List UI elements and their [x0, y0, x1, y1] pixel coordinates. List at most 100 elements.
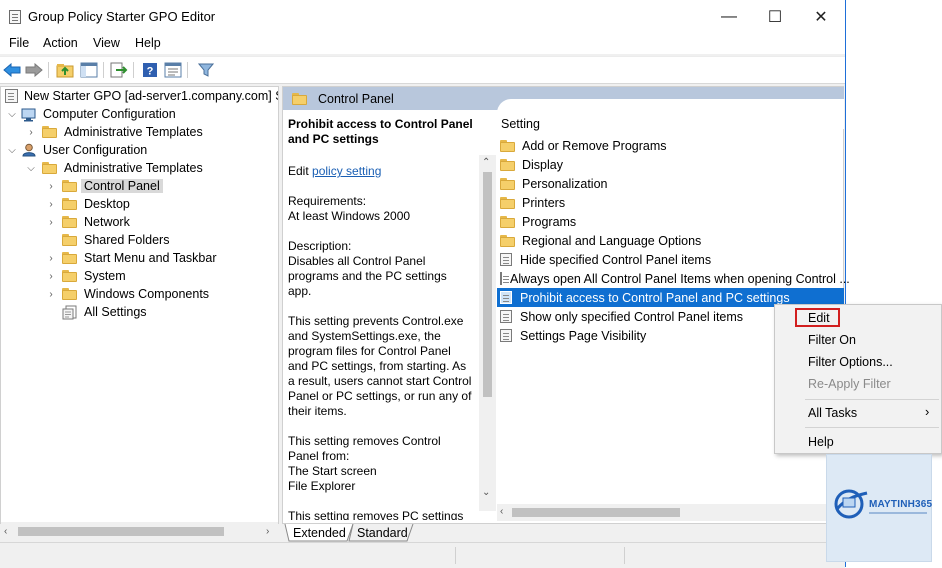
folder-icon: [42, 126, 58, 138]
scroll-left-icon[interactable]: ‹: [500, 506, 503, 517]
description-label: Description:: [288, 239, 352, 253]
tab-extended[interactable]: Extended: [285, 524, 354, 541]
menu-bar: File Action View Help: [0, 34, 845, 54]
menu-separator: [805, 399, 939, 400]
tree-item-control-panel[interactable]: › Control Panel: [46, 177, 163, 195]
description-para2: This setting prevents Control.exe and Sy…: [288, 314, 472, 418]
tree-item-computer-admin-templates[interactable]: › Administrative Templates: [26, 123, 202, 141]
tree-item-network[interactable]: › Network: [46, 213, 130, 231]
tree-item-all-settings[interactable]: All Settings: [46, 303, 147, 321]
back-arrow-icon[interactable]: [2, 60, 22, 80]
status-divider: [455, 547, 456, 564]
edit-policy-link[interactable]: policy setting: [312, 164, 381, 178]
show-hide-tree-icon[interactable]: [79, 60, 99, 80]
menu-item-help[interactable]: Help: [808, 433, 834, 451]
menu-item-all-tasks[interactable]: All Tasks: [808, 404, 857, 422]
scroll-right-icon[interactable]: ›: [266, 526, 269, 537]
status-bar: [0, 542, 845, 568]
list-header: Setting: [497, 99, 844, 131]
scrollbar-thumb[interactable]: [18, 527, 224, 536]
minimize-button[interactable]: —: [706, 0, 752, 34]
help-icon[interactable]: ?: [140, 60, 160, 80]
edit-prefix: Edit: [288, 164, 313, 178]
list-item[interactable]: Programs: [497, 212, 844, 231]
policy-setting-icon: [500, 272, 509, 285]
column-header-setting[interactable]: Setting: [501, 117, 540, 131]
filter-icon[interactable]: [196, 60, 216, 80]
gpo-icon: [5, 89, 18, 103]
list-item[interactable]: Add or Remove Programs: [497, 136, 844, 155]
export-list-icon[interactable]: [109, 60, 129, 80]
scrollbar-thumb[interactable]: [483, 172, 492, 397]
scroll-up-icon[interactable]: ⌃: [482, 157, 490, 168]
list-horizontal-scrollbar[interactable]: ‹: [497, 504, 827, 521]
close-button[interactable]: ✕: [798, 0, 844, 34]
tree-item-user-configuration[interactable]: ⌵ User Configuration: [7, 141, 147, 159]
forward-arrow-icon[interactable]: [24, 60, 44, 80]
chevron-down-icon[interactable]: ⌵: [7, 109, 17, 120]
list-item[interactable]: Display: [497, 155, 844, 174]
folder-icon: [500, 139, 516, 152]
tree-horizontal-scrollbar[interactable]: ‹ ›: [1, 523, 278, 540]
logo-brand-text: MAYTINH365: [869, 499, 933, 510]
list-item[interactable]: Regional and Language Options: [497, 231, 844, 250]
chevron-right-icon[interactable]: ›: [46, 253, 56, 264]
chevron-down-icon[interactable]: ⌵: [7, 145, 17, 156]
menu-file[interactable]: File: [5, 36, 33, 50]
chevron-right-icon[interactable]: ›: [46, 199, 56, 210]
folder-icon: [62, 180, 78, 192]
maximize-button[interactable]: ☐: [752, 0, 798, 34]
user-icon: [21, 143, 37, 157]
folder-icon: [500, 196, 516, 209]
chevron-right-icon[interactable]: ›: [46, 271, 56, 282]
tree-root[interactable]: New Starter GPO [ad-server1.company.com]…: [5, 87, 278, 105]
menu-item-filter-on[interactable]: Filter On: [808, 331, 856, 349]
folder-icon: [62, 252, 78, 264]
scroll-down-icon[interactable]: ⌄: [482, 487, 490, 498]
tree-item-start-menu-taskbar[interactable]: › Start Menu and Taskbar: [46, 249, 216, 267]
list-item[interactable]: Printers: [497, 193, 844, 212]
policy-setting-icon: [500, 329, 512, 342]
menu-action[interactable]: Action: [39, 36, 82, 50]
menu-item-reapply-filter: Re-Apply Filter: [808, 377, 891, 391]
chevron-down-icon[interactable]: ⌵: [26, 163, 36, 174]
tree-item-system[interactable]: › System: [46, 267, 125, 285]
view-tabs: Extended Standard: [283, 524, 583, 542]
chevron-right-icon[interactable]: ›: [46, 289, 56, 300]
logo-tagline-line: [869, 512, 927, 514]
tree-item-computer-configuration[interactable]: ⌵ Computer Configuration: [7, 105, 176, 123]
menu-item-edit[interactable]: Edit: [808, 309, 830, 327]
list-item[interactable]: Hide specified Control Panel items: [497, 250, 844, 269]
scroll-left-icon[interactable]: ‹: [4, 526, 7, 537]
tree-item-shared-folders[interactable]: Shared Folders: [46, 231, 169, 249]
tab-standard[interactable]: Standard: [349, 524, 416, 541]
list-item[interactable]: Always open All Control Panel Items when…: [497, 269, 850, 288]
toolbar-separator: [103, 62, 104, 78]
chevron-right-icon[interactable]: ›: [46, 217, 56, 228]
requirements-label: Requirements:: [288, 194, 367, 208]
policy-setting-icon: [500, 310, 512, 323]
menu-view[interactable]: View: [89, 36, 124, 50]
list-item[interactable]: Personalization: [497, 174, 844, 193]
chevron-right-icon[interactable]: ›: [46, 181, 56, 192]
folder-icon: [292, 93, 308, 105]
requirements-value: At least Windows 2000: [288, 209, 411, 223]
menu-help[interactable]: Help: [131, 36, 165, 50]
folder-icon: [42, 162, 58, 174]
tree-item-user-admin-templates[interactable]: ⌵ Administrative Templates: [26, 159, 203, 177]
logo-mark-icon: [834, 489, 868, 519]
computer-icon: [21, 108, 37, 121]
toolbar-separator: [133, 62, 134, 78]
menu-item-filter-options[interactable]: Filter Options...: [808, 353, 893, 371]
description-vertical-scrollbar[interactable]: ⌃ ⌄: [479, 155, 496, 511]
description-para1: Disables all Control Panel programs and …: [288, 254, 447, 298]
toolbar: ?: [0, 56, 845, 84]
toolbar-separator: [187, 62, 188, 78]
scrollbar-thumb[interactable]: [512, 508, 680, 517]
tree-item-desktop[interactable]: › Desktop: [46, 195, 130, 213]
properties-icon[interactable]: [163, 60, 183, 80]
up-folder-icon[interactable]: [55, 60, 75, 80]
chevron-right-icon[interactable]: ›: [26, 127, 36, 138]
watermark-logo: MAYTINH365: [826, 454, 932, 562]
tree-item-windows-components[interactable]: › Windows Components: [46, 285, 209, 303]
